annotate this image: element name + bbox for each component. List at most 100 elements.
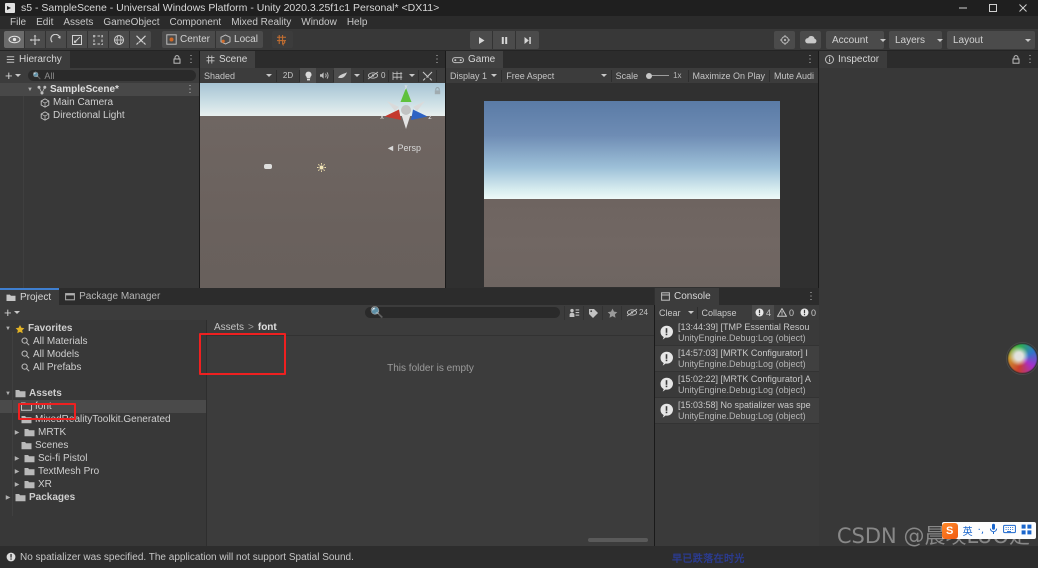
account-dropdown[interactable]: Account <box>826 31 887 49</box>
scene-hidden-objects[interactable]: 0 <box>364 68 388 83</box>
scene-orientation-gizmo[interactable]: y x z <box>377 83 435 143</box>
keyboard-icon[interactable] <box>1003 524 1016 537</box>
game-scale-slider[interactable] <box>646 72 670 79</box>
scene-tools-button[interactable] <box>419 68 436 83</box>
game-menu-icon[interactable]: ⋮ <box>805 54 815 65</box>
ime-punctuation-toggle[interactable]: ·, <box>978 525 984 536</box>
minimize-icon[interactable] <box>948 0 978 16</box>
hierarchy-item-samplescene[interactable]: ▼ SampleScene* ⋮ <box>0 83 199 96</box>
scene-grid-toggle[interactable] <box>389 68 406 83</box>
expand-arrow-icon[interactable]: ▼ <box>26 87 34 93</box>
console-message-row[interactable]: [15:03:58] No spatializer was spe UnityE… <box>655 398 819 424</box>
console-collapse-button[interactable]: Collapse <box>698 305 741 320</box>
apps-icon[interactable] <box>1021 524 1032 538</box>
project-assets-root[interactable]: ▼ Assets <box>0 387 206 400</box>
project-packages-root[interactable]: ▶ Packages <box>0 491 206 504</box>
project-favorite-all-prefabs[interactable]: All Prefabs <box>0 361 206 374</box>
scene-fx-dropdown[interactable] <box>351 68 363 83</box>
hierarchy-search-input[interactable]: 🔍 All <box>27 70 196 81</box>
tab-console[interactable]: Console <box>655 288 719 305</box>
filter-by-type-icon[interactable] <box>564 305 583 320</box>
collab-icon[interactable] <box>774 31 795 49</box>
expand-arrow-icon[interactable]: ▼ <box>4 326 12 332</box>
lock-icon[interactable] <box>1012 55 1020 64</box>
game-maximize-on-play[interactable]: Maximize On Play <box>689 68 770 83</box>
menu-item-mixed-reality[interactable]: Mixed Reality <box>226 16 296 29</box>
scene-shading-dropdown[interactable]: Shaded <box>200 68 276 83</box>
handle-space-button[interactable]: Local <box>216 31 263 48</box>
project-favorite-all-materials[interactable]: All Materials <box>0 335 206 348</box>
tab-hierarchy[interactable]: Hierarchy <box>0 51 70 68</box>
console-menu-icon[interactable]: ⋮ <box>806 291 816 302</box>
console-message-row[interactable]: [15:02:22] [MRTK Configurator] A UnityEn… <box>655 372 819 398</box>
tab-package-manager[interactable]: Package Manager <box>59 288 169 305</box>
menu-item-gameobject[interactable]: GameObject <box>98 16 164 29</box>
scene-audio-toggle[interactable] <box>316 68 333 83</box>
move-tool-button[interactable] <box>25 31 46 48</box>
expand-arrow-icon[interactable]: ▶ <box>13 455 21 462</box>
scene-light-gizmo[interactable] <box>317 163 326 172</box>
hierarchy-menu-icon[interactable]: ⋮ <box>186 54 196 65</box>
project-favorites-root[interactable]: ▼ Favorites <box>0 322 206 335</box>
expand-arrow-icon[interactable]: ▶ <box>4 494 12 501</box>
play-button[interactable] <box>470 31 493 49</box>
grid-snap-icon[interactable] <box>271 31 293 48</box>
favorite-star-icon[interactable] <box>602 305 621 320</box>
game-aspect-dropdown[interactable]: Free Aspect <box>502 68 610 83</box>
scene-main-camera-gizmo[interactable] <box>264 164 272 169</box>
breadcrumb-assets[interactable]: Assets <box>214 322 244 333</box>
custom-tool-button[interactable] <box>130 31 151 48</box>
mic-icon[interactable] <box>989 523 998 538</box>
menu-item-component[interactable]: Component <box>165 16 227 29</box>
tab-inspector[interactable]: Inspector <box>819 51 888 68</box>
game-viewport[interactable] <box>446 83 818 305</box>
console-message-list[interactable]: [13:44:39] [TMP Essential Resou UnityEng… <box>655 320 819 546</box>
breadcrumb-font[interactable]: font <box>258 322 277 333</box>
transform-tool-button[interactable] <box>109 31 130 48</box>
menu-item-edit[interactable]: Edit <box>31 16 58 29</box>
expand-arrow-icon[interactable]: ▶ <box>13 429 21 436</box>
game-mute-audio[interactable]: Mute Audi <box>770 68 818 83</box>
hierarchy-add-button[interactable]: + <box>3 68 23 83</box>
expand-arrow-icon[interactable]: ▶ <box>13 468 21 475</box>
menu-item-help[interactable]: Help <box>342 16 373 29</box>
console-message-row[interactable]: [14:57:03] [MRTK Configurator] I UnityEn… <box>655 346 819 372</box>
tab-game[interactable]: Game <box>446 51 504 68</box>
rect-tool-button[interactable] <box>88 31 109 48</box>
project-asset-scenes[interactable]: Scenes <box>0 439 206 452</box>
console-error-count[interactable]: 4 <box>751 305 774 320</box>
project-asset-font[interactable]: font <box>0 400 206 413</box>
pause-button[interactable] <box>493 31 516 49</box>
project-asset-xr[interactable]: ▶ XR <box>0 478 206 491</box>
scene-menu-icon[interactable]: ⋮ <box>432 54 442 65</box>
rotate-tool-button[interactable] <box>46 31 67 48</box>
scene-viewport[interactable]: y x z ◄ Persp <box>200 83 445 305</box>
project-search-input[interactable]: 🔍 <box>365 307 560 319</box>
console-info-count[interactable]: 0 <box>797 305 819 320</box>
expand-arrow-icon[interactable]: ▶ <box>13 481 21 488</box>
scene-menu-icon[interactable]: ⋮ <box>185 84 195 95</box>
game-display-dropdown[interactable]: Display 1 <box>446 68 501 83</box>
step-button[interactable] <box>516 31 539 49</box>
layers-dropdown[interactable]: Layers <box>889 31 944 49</box>
cloud-icon[interactable] <box>800 31 821 49</box>
maximize-icon[interactable] <box>978 0 1008 16</box>
slider-track[interactable] <box>652 75 670 76</box>
expand-arrow-icon[interactable]: ▼ <box>4 391 12 397</box>
scene-fx-toggle[interactable] <box>334 68 351 83</box>
console-clear-button[interactable]: Clear <box>655 305 685 320</box>
menu-item-assets[interactable]: Assets <box>58 16 98 29</box>
scale-tool-button[interactable] <box>67 31 88 48</box>
menu-item-file[interactable]: File <box>5 16 31 29</box>
ime-language-toggle[interactable]: 英 <box>963 523 973 538</box>
sogou-ime-logo-icon[interactable]: S <box>941 522 958 539</box>
console-message-row[interactable]: [13:44:39] [TMP Essential Resou UnityEng… <box>655 320 819 346</box>
project-asset-textmesh-pro[interactable]: ▶ TextMesh Pro <box>0 465 206 478</box>
scene-grid-dropdown[interactable] <box>406 68 418 83</box>
tab-scene[interactable]: Scene <box>200 51 256 68</box>
layout-dropdown[interactable]: Layout <box>947 31 1035 49</box>
scene-lighting-toggle[interactable] <box>300 68 316 83</box>
menu-item-window[interactable]: Window <box>296 16 342 29</box>
cortana-orb-icon[interactable] <box>1008 344 1037 373</box>
hierarchy-item-directional-light[interactable]: Directional Light <box>0 109 199 122</box>
